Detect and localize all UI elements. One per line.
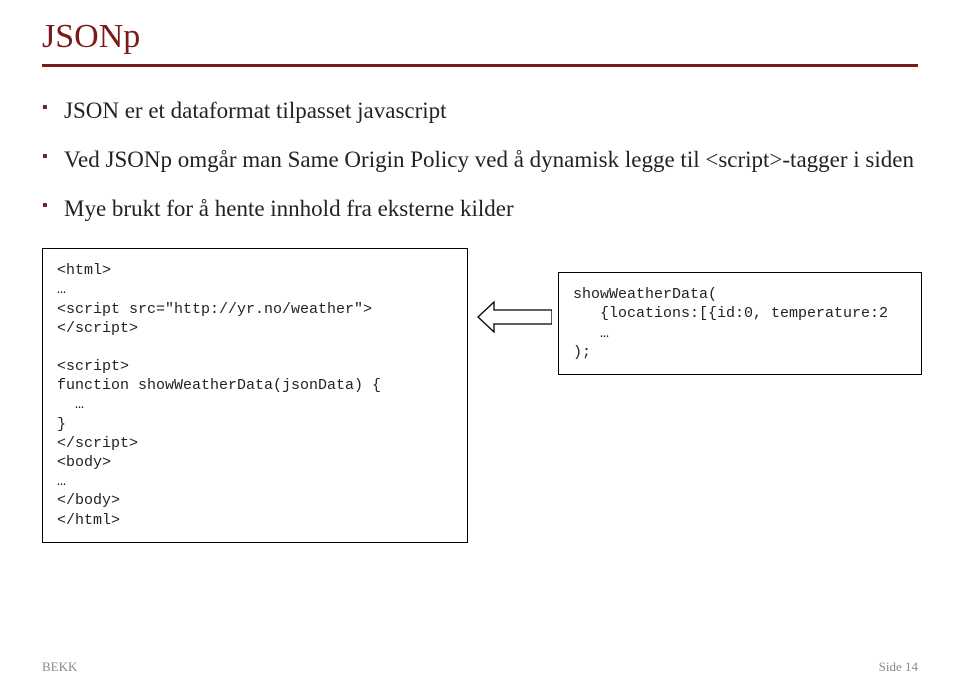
arrow-left-icon xyxy=(476,300,552,334)
bullet-item: Ved JSONp omgår man Same Origin Policy v… xyxy=(42,144,918,175)
footer-right: Side 14 xyxy=(879,659,918,675)
code-right-content: showWeatherData( {locations:[{id:0, temp… xyxy=(573,285,907,362)
bullet-list: JSON er et dataformat tilpasset javascri… xyxy=(42,95,918,224)
code-box-left: <html> … <script src="http://yr.no/weath… xyxy=(42,248,468,543)
bullet-item: Mye brukt for å hente innhold fra ekster… xyxy=(42,193,918,224)
slide-title: JSONp xyxy=(42,18,918,56)
code-box-right: showWeatherData( {locations:[{id:0, temp… xyxy=(558,272,922,375)
footer-left: BEKK xyxy=(42,659,77,675)
bullet-item: JSON er et dataformat tilpasset javascri… xyxy=(42,95,918,126)
footer: BEKK Side 14 xyxy=(42,659,918,675)
code-left-content: <html> … <script src="http://yr.no/weath… xyxy=(57,261,453,530)
slide: JSONp JSON er et dataformat tilpasset ja… xyxy=(0,0,960,691)
title-rule xyxy=(42,64,918,67)
